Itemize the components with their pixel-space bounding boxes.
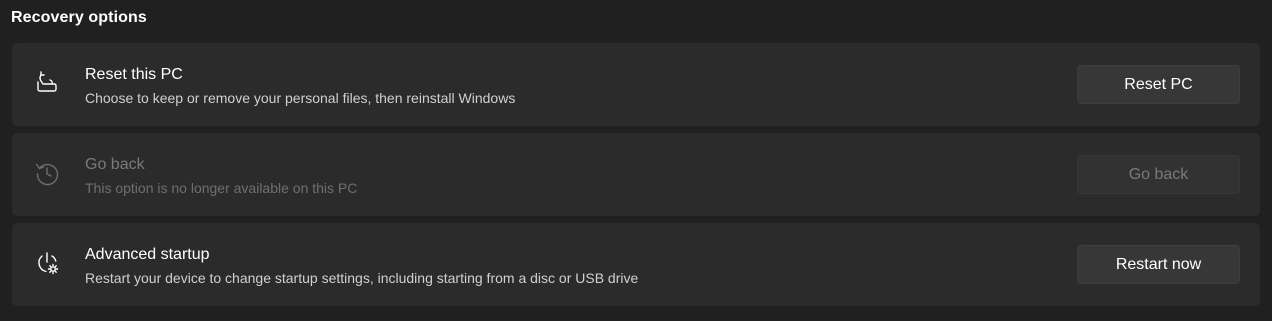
reset-pc-title: Reset this PC — [85, 66, 183, 83]
go-back-card: Go back This option is no longer availab… — [12, 133, 1260, 216]
advanced-startup-card: Advanced startup Restart your device to … — [12, 223, 1260, 306]
section-title: Recovery options — [11, 9, 147, 26]
reset-pc-card: Reset this PC Choose to keep or remove y… — [12, 43, 1260, 126]
go-back-title: Go back — [85, 156, 145, 173]
go-back-description: This option is no longer available on th… — [85, 180, 358, 196]
restart-now-button[interactable]: Restart now — [1077, 245, 1240, 284]
go-back-button[interactable]: Go back — [1077, 155, 1240, 194]
advanced-startup-title: Advanced startup — [85, 246, 210, 263]
reset-pc-button[interactable]: Reset PC — [1077, 65, 1240, 104]
reset-pc-icon — [33, 69, 61, 97]
reset-pc-description: Choose to keep or remove your personal f… — [85, 90, 516, 106]
advanced-startup-description: Restart your device to change startup se… — [85, 270, 639, 286]
history-icon — [33, 159, 61, 187]
advanced-startup-icon — [33, 249, 61, 277]
